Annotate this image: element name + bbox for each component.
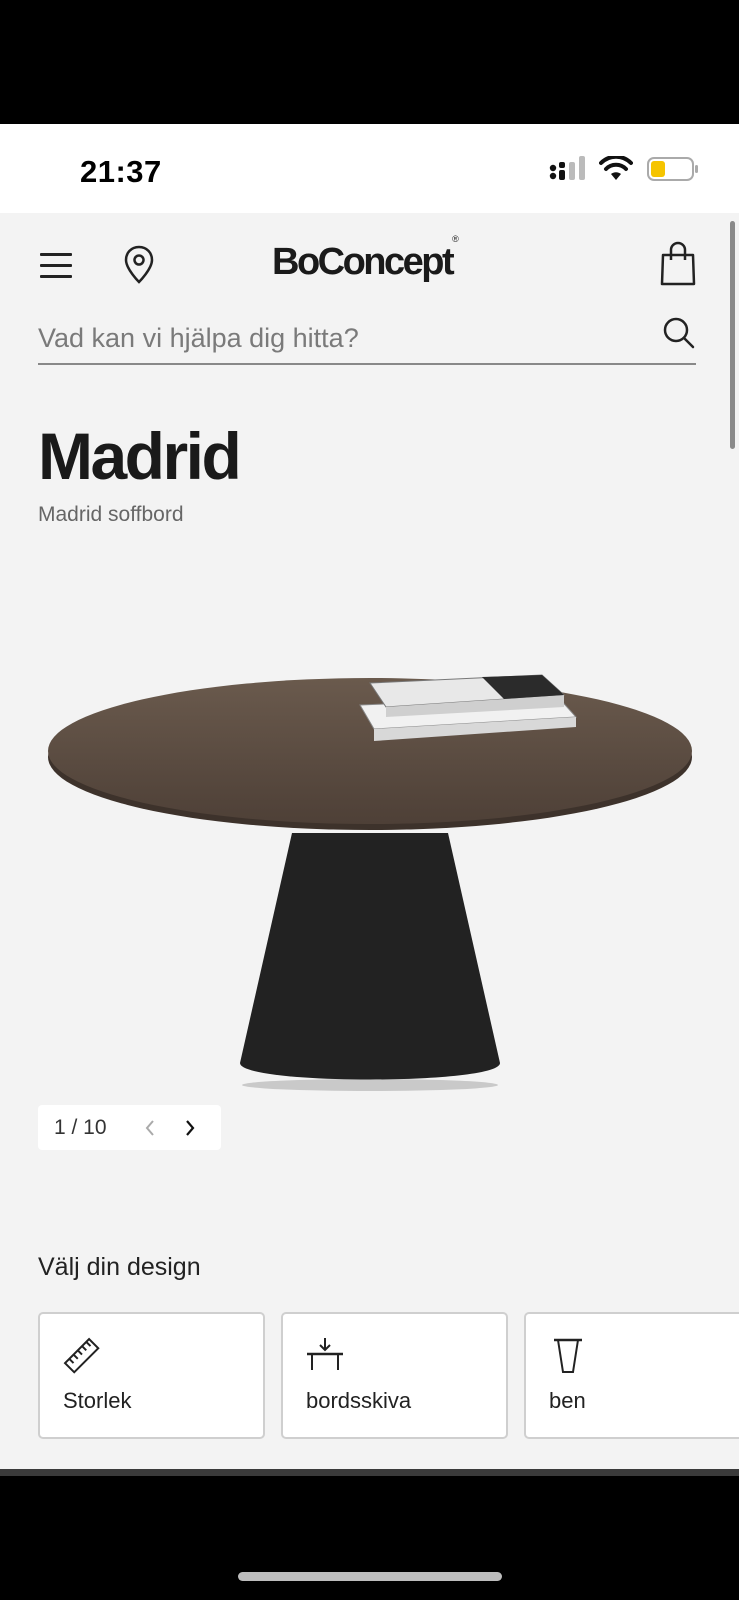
search-input[interactable] — [38, 313, 638, 363]
status-bar: 21:37 — [0, 124, 739, 213]
gallery-counter: 1 / 10 — [54, 1115, 107, 1139]
ruler-icon — [63, 1337, 100, 1374]
boconcept-logo[interactable]: BoConcept® — [272, 234, 459, 284]
design-option-label: ben — [549, 1388, 586, 1413]
cellular-signal-icon — [549, 156, 585, 180]
wifi-icon — [599, 156, 633, 180]
battery-low-icon — [647, 157, 698, 181]
search-bar — [38, 313, 696, 365]
gallery-next-button[interactable] — [180, 1116, 200, 1140]
table-leg-icon — [554, 1338, 582, 1373]
site-header: BoConcept® — [0, 213, 739, 313]
status-icons — [549, 156, 699, 182]
product-subtitle: Madrid soffbord — [38, 503, 184, 526]
status-time: 21:37 — [80, 154, 162, 189]
design-option-label: bordsskiva — [306, 1388, 412, 1413]
design-option-table-top[interactable]: bordsskiva — [281, 1312, 508, 1439]
design-heading: Välj din design — [38, 1253, 201, 1281]
gallery-pager: 1 / 10 — [38, 1105, 221, 1150]
logo-mark: ® — [452, 234, 459, 245]
gallery-prev-button[interactable] — [140, 1116, 160, 1140]
search-icon[interactable] — [660, 315, 700, 355]
product-title: Madrid — [38, 419, 242, 493]
table-top-icon — [307, 1338, 343, 1370]
menu-icon[interactable] — [40, 253, 74, 279]
design-option-size[interactable]: Storlek — [38, 1312, 265, 1439]
top-black-bar — [0, 0, 739, 124]
design-option-legs[interactable]: ben — [524, 1312, 739, 1439]
design-option-label: Storlek — [63, 1388, 132, 1413]
product-image[interactable] — [30, 653, 710, 1113]
location-pin-icon[interactable] — [122, 245, 156, 285]
chevron-right-icon — [186, 1119, 195, 1136]
logo-text: BoConcept — [272, 241, 455, 283]
bottom-divider — [0, 1469, 739, 1476]
shopping-bag-icon[interactable] — [658, 241, 698, 287]
product-page: BoConcept® Madrid Madrid soffbord — [0, 213, 739, 1469]
chevron-left-icon — [145, 1119, 154, 1136]
home-indicator[interactable] — [238, 1572, 502, 1581]
design-options: Storlek bordsskiva ben — [38, 1312, 739, 1439]
